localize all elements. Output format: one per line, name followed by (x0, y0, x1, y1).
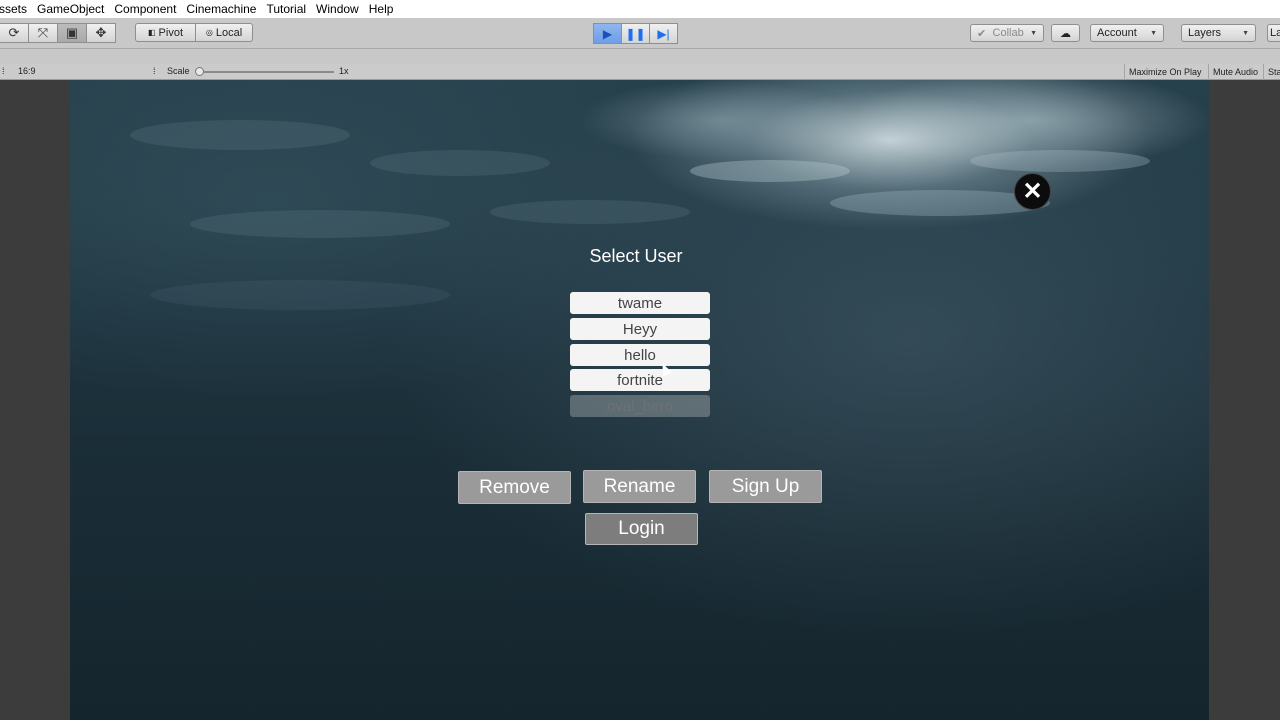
layout-dropdown[interactable]: La (1267, 24, 1280, 42)
drag-handle-icon: ⁞ (2, 66, 5, 76)
user-item[interactable]: fortnite (570, 369, 710, 391)
account-dropdown[interactable]: Account ▼ (1090, 24, 1164, 42)
scale-slider-track[interactable] (199, 71, 334, 73)
layers-label: Layers (1188, 27, 1222, 39)
maximize-on-play-toggle[interactable]: Maximize On Play (1124, 64, 1206, 80)
layers-dropdown[interactable]: Layers ▼ (1181, 24, 1256, 42)
pivot-label: Pivot (158, 26, 184, 39)
water-ripple (130, 120, 350, 150)
tab-strip (0, 49, 1280, 64)
user-item[interactable]: hello (570, 344, 710, 366)
water-ripple (370, 150, 550, 176)
scale-value: 1x (339, 66, 349, 76)
menu-cinemachine[interactable]: Cinemachine (181, 2, 261, 16)
rect-tool-icon[interactable]: ▣ (57, 23, 87, 43)
local-label: Local (215, 26, 243, 39)
cloud-icon: ☁ (1060, 27, 1071, 40)
chevron-down-icon: ▼ (1150, 29, 1157, 37)
collab-dropdown[interactable]: ✔ Collab ▼ (970, 24, 1044, 42)
refresh-icon[interactable]: ⟳ (0, 23, 29, 43)
menu-assets[interactable]: ssets (0, 2, 32, 16)
letterbox-left (0, 80, 70, 720)
remove-button[interactable]: Remove (458, 471, 571, 504)
pivot-local-toggle: ◧ Pivot ◎ Local (135, 23, 253, 42)
scale-slider-thumb[interactable] (195, 67, 204, 76)
collab-label: Collab (992, 27, 1024, 39)
menu-component[interactable]: Component (109, 2, 181, 16)
close-button[interactable]: ✕ (1014, 173, 1051, 210)
menu-help[interactable]: Help (364, 2, 399, 16)
maximize-label: Maximize On Play (1129, 67, 1202, 77)
local-icon: ◎ (205, 28, 213, 37)
letterbox-right (1209, 80, 1280, 720)
water-ripple (970, 150, 1150, 172)
chevron-down-icon: ▼ (1030, 29, 1037, 37)
main-toolbar: ⟳ ⤧ ▣ ✥ ◧ Pivot ◎ Local ▶ ❚❚ ▶| ✔ Collab… (0, 18, 1280, 49)
transform-tools: ⟳ ⤧ ▣ ✥ (0, 23, 116, 43)
user-item[interactable]: twame (570, 292, 710, 314)
sign-up-button[interactable]: Sign Up (709, 470, 822, 503)
pivot-icon: ◧ (147, 28, 156, 37)
chevron-down-icon: ▼ (1242, 29, 1249, 37)
water-ripple (150, 280, 450, 310)
pause-button[interactable]: ❚❚ (621, 23, 650, 44)
scale-label: Scale (167, 66, 190, 76)
menu-tutorial[interactable]: Tutorial (261, 2, 311, 16)
pause-icon: ❚❚ (625, 26, 646, 41)
stats-label: Sta (1268, 67, 1280, 77)
close-icon: ✕ (1022, 178, 1043, 205)
play-button[interactable]: ▶ (593, 23, 622, 44)
page-title: Select User (589, 246, 683, 266)
mute-audio-toggle[interactable]: Mute Audio (1208, 64, 1262, 80)
account-label: Account (1097, 27, 1137, 39)
aspect-dropdown[interactable]: 16:9 (18, 66, 36, 76)
mute-label: Mute Audio (1213, 67, 1259, 77)
game-view-toolbar: ⁞ 16:9 ⁞ Scale 1x Maximize On Play Mute … (0, 64, 1280, 80)
water-ripple (690, 160, 850, 182)
step-button[interactable]: ▶| (649, 23, 678, 44)
rect-scale-icon[interactable]: ⤧ (28, 23, 58, 43)
game-canvas: ✕ Select User twame Heyy hello fortnite … (70, 80, 1209, 720)
drag-handle-icon: ⁞ (153, 66, 156, 76)
check-icon: ✔ (977, 27, 987, 40)
transform-tool-icon[interactable]: ✥ (86, 23, 116, 43)
rename-button[interactable]: Rename (583, 470, 696, 503)
local-button[interactable]: ◎ Local (195, 23, 253, 42)
menu-gameobject[interactable]: GameObject (32, 2, 109, 16)
menu-window[interactable]: Window (311, 2, 364, 16)
menu-bar: ssets GameObject Component Cinemachine T… (0, 0, 1280, 18)
play-controls: ▶ ❚❚ ▶| (593, 23, 678, 44)
stats-toggle[interactable]: Sta (1263, 64, 1280, 80)
pivot-button[interactable]: ◧ Pivot (135, 23, 196, 42)
login-button[interactable]: Login (585, 513, 698, 545)
cloud-button[interactable]: ☁ (1051, 24, 1080, 42)
layout-label: La (1270, 27, 1280, 39)
step-icon: ▶| (657, 26, 670, 41)
water-ripple (490, 200, 690, 224)
play-icon: ▶ (602, 26, 613, 41)
user-item-faded[interactable]: oval_hero (570, 395, 710, 417)
user-item[interactable]: Heyy (570, 318, 710, 340)
water-ripple (190, 210, 450, 238)
